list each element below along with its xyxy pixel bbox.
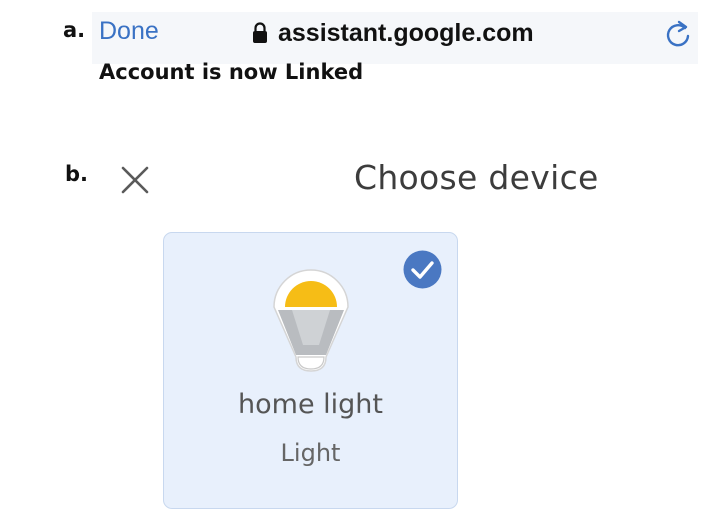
close-icon[interactable] — [120, 165, 150, 195]
lock-icon — [253, 22, 267, 43]
url-text: assistant.google.com — [278, 18, 534, 47]
device-type: Light — [280, 439, 341, 467]
choose-device-title: Choose device — [354, 158, 599, 197]
device-name: home light — [238, 389, 383, 420]
browser-address-bar: Done assistant.google.com — [92, 12, 698, 64]
check-circle-icon — [403, 250, 442, 289]
device-card-home-light[interactable]: home light Light — [163, 232, 458, 509]
panel-a-label: a. — [63, 18, 86, 42]
url-display[interactable]: assistant.google.com — [252, 18, 534, 48]
reload-icon[interactable] — [664, 18, 692, 48]
panel-b-label: b. — [65, 162, 89, 186]
account-linked-message: Account is now Linked — [99, 60, 364, 84]
light-bulb-icon — [273, 269, 349, 372]
done-button[interactable]: Done — [99, 17, 159, 46]
